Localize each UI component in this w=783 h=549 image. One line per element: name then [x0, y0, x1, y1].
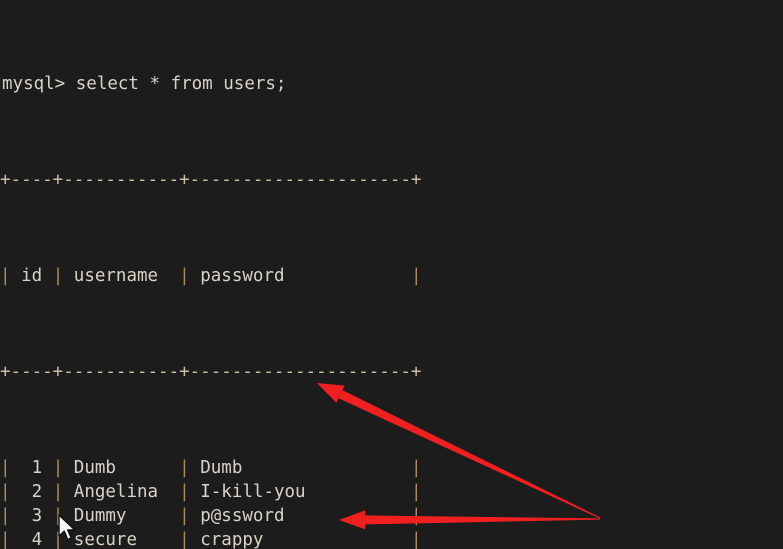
table-row[interactable]: | 2 | Angelina | I-kill-you | [0, 480, 422, 504]
cell-id: 4 [10, 530, 53, 549]
border-col1-icon: | [52, 266, 64, 286]
table-header-row: | id | username | password | [0, 264, 422, 288]
row-border-col2-icon: | [179, 482, 190, 502]
row-border-col1-icon: | [52, 458, 64, 478]
cell-username: Dumb [63, 458, 180, 478]
cell-password: Dumb [189, 458, 411, 478]
table-rule-mid: +----+-----------+---------------------+ [0, 362, 422, 382]
header-cell-username: username [63, 266, 180, 286]
row-border-col2-icon: | [179, 506, 190, 526]
row-border-right-icon: | [410, 506, 422, 526]
table-row[interactable]: | 1 | Dumb | Dumb | [0, 456, 422, 480]
cell-password: I-kill-you [189, 482, 411, 502]
row-border-right-icon: | [410, 482, 422, 502]
row-border-left-icon: | [0, 482, 11, 502]
table-body: | 1 | Dumb | Dumb | | 2 | Angelina | I-ki… [0, 456, 422, 549]
cell-id: 1 [10, 458, 53, 478]
border-col2-icon: | [179, 266, 190, 286]
cell-id: 3 [10, 506, 53, 526]
mysql-prompt-line: mysql> select * from users; [2, 74, 287, 94]
terminal-output: mysql> select * from users; +----+------… [0, 0, 422, 549]
cell-username: Dummy [63, 506, 180, 526]
row-border-col2-icon: | [179, 458, 190, 478]
border-left-icon: | [0, 266, 11, 286]
table-row[interactable]: | 3 | Dummy | p@ssword | [0, 504, 422, 528]
cell-password: crappy [189, 530, 411, 549]
row-border-left-icon: | [0, 506, 11, 526]
row-border-col1-icon: | [52, 530, 64, 549]
row-border-right-icon: | [410, 530, 422, 549]
row-border-col2-icon: | [179, 530, 190, 549]
table-row[interactable]: | 4 | secure | crappy | [0, 528, 422, 549]
cell-username: Angelina [63, 482, 180, 502]
cell-id: 2 [10, 482, 53, 502]
row-border-left-icon: | [0, 530, 11, 549]
terminal-window: mysql> select * from users; +----+------… [0, 0, 783, 549]
row-border-right-icon: | [410, 458, 422, 478]
cell-password: p@ssword [189, 506, 411, 526]
row-border-col1-icon: | [52, 506, 64, 526]
border-right-icon: | [410, 266, 422, 286]
header-cell-password: password [189, 266, 411, 286]
header-cell-id: id [10, 266, 53, 286]
table-rule-top: +----+-----------+---------------------+ [0, 170, 422, 190]
row-border-col1-icon: | [52, 482, 64, 502]
row-border-left-icon: | [0, 458, 11, 478]
cell-username: secure [63, 530, 180, 549]
